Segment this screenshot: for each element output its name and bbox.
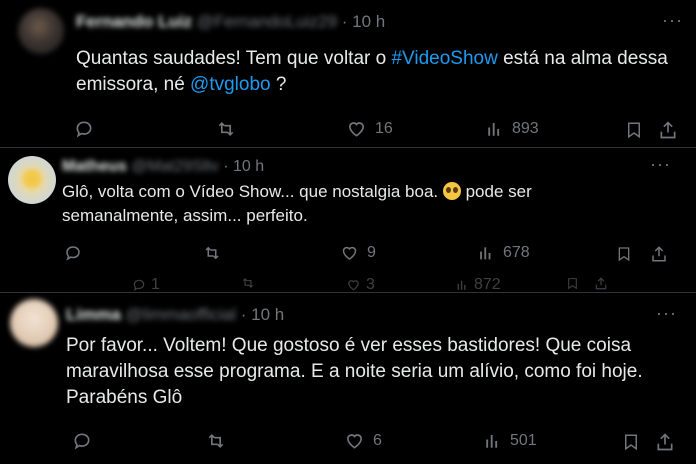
tweet-header: Matheus @Mat29Sltv · 10 h: [62, 158, 264, 176]
like-icon: [342, 246, 357, 260]
smiling-emoji-icon: [442, 182, 461, 200]
views-icon: [488, 123, 500, 136]
author-name[interactable]: Matheus @Mat29Sltv: [62, 158, 219, 175]
bookmark-button[interactable]: [566, 276, 579, 291]
more-icon[interactable]: ···: [662, 10, 683, 31]
reply-icon: [74, 433, 90, 450]
share-icon: [657, 433, 673, 451]
reply-icon: [76, 121, 92, 138]
views-icon: [486, 435, 498, 448]
bookmark-icon: [625, 434, 637, 451]
tweet-header: Limma @limmaofficial · 10 h: [66, 305, 284, 325]
action-bar: 9 678: [0, 244, 696, 268]
like-icon: [346, 434, 363, 449]
retweet-icon: [205, 246, 219, 260]
retweet-button[interactable]: [202, 244, 222, 262]
timestamp[interactable]: · 10 h: [241, 305, 284, 324]
share-button[interactable]: [658, 119, 678, 141]
action-bar: 16 893: [0, 119, 696, 143]
views-count: 893: [512, 120, 539, 137]
share-icon: [595, 277, 607, 290]
timestamp[interactable]: · 10 h: [223, 158, 264, 175]
tweet-text: Glô, volta com o Vídeo Show... que nosta…: [62, 182, 532, 225]
author-name[interactable]: Fernando Luiz @FernandoLuiz29: [76, 12, 337, 31]
like-count: 9: [367, 244, 376, 261]
tweet-3[interactable]: Limma @limmaofficial · 10 h ··· Por favo…: [0, 293, 696, 464]
tweet-header: Fernando Luiz @FernandoLuiz29 · 10 h: [76, 12, 385, 32]
more-icon[interactable]: ···: [656, 303, 677, 324]
hashtag-link[interactable]: #VideoShow: [391, 48, 497, 69]
tweet-text: Por favor... Voltem! Que gostoso é ver e…: [66, 335, 643, 408]
retweet-button[interactable]: [215, 119, 237, 139]
like-button[interactable]: 6: [344, 431, 382, 451]
views-count: 501: [510, 432, 537, 449]
retweet-icon: [242, 278, 254, 288]
mention-link[interactable]: @tvglobo: [190, 74, 271, 95]
like-icon: [348, 122, 365, 137]
bookmark-icon: [568, 278, 577, 290]
avatar[interactable]: [8, 156, 56, 204]
action-bar: 6 501: [0, 431, 696, 455]
tweet-text: Quantas saudades! Tem que voltar o #Vide…: [76, 48, 668, 95]
views-count: 678: [503, 244, 530, 261]
views-icon: [480, 247, 491, 260]
more-icon[interactable]: ···: [650, 154, 671, 175]
reply-button[interactable]: [74, 119, 94, 139]
retweet-icon: [208, 433, 224, 449]
share-button[interactable]: [655, 431, 675, 453]
tweet-2[interactable]: Matheus @Mat29Sltv · 10 h ··· Glô, volta…: [0, 148, 696, 293]
reply-icon: [133, 279, 145, 291]
avatar[interactable]: [10, 299, 58, 347]
views-button[interactable]: 678: [478, 244, 530, 262]
retweet-button[interactable]: [240, 276, 256, 290]
reply-button[interactable]: [64, 244, 82, 262]
views-button[interactable]: 893: [486, 119, 539, 139]
tweet-1[interactable]: Fernando Luiz @FernandoLuiz29 · 10 h ···…: [0, 0, 696, 150]
like-button[interactable]: 9: [340, 244, 376, 262]
bookmark-icon: [618, 247, 630, 262]
like-button[interactable]: 16: [346, 119, 393, 139]
views-button[interactable]: 501: [484, 431, 537, 451]
reply-icon: [66, 246, 80, 261]
share-icon: [660, 121, 676, 139]
bookmark-button[interactable]: [622, 431, 640, 453]
like-icon: [348, 280, 359, 291]
like-count: 16: [375, 120, 393, 137]
reply-button[interactable]: [72, 431, 92, 451]
author-name[interactable]: Limma @limmaofficial: [66, 305, 236, 324]
bookmark-icon: [628, 122, 640, 139]
retweet-button[interactable]: [205, 431, 227, 451]
bookmark-button[interactable]: [616, 244, 632, 264]
share-icon: [652, 246, 666, 262]
views-icon: [457, 280, 466, 290]
like-count: 6: [373, 432, 382, 449]
bookmark-button[interactable]: [625, 119, 643, 141]
share-button[interactable]: [650, 244, 668, 264]
avatar[interactable]: [18, 8, 64, 54]
retweet-icon: [218, 121, 234, 137]
share-button[interactable]: [594, 276, 608, 291]
timestamp[interactable]: · 10 h: [342, 12, 385, 31]
